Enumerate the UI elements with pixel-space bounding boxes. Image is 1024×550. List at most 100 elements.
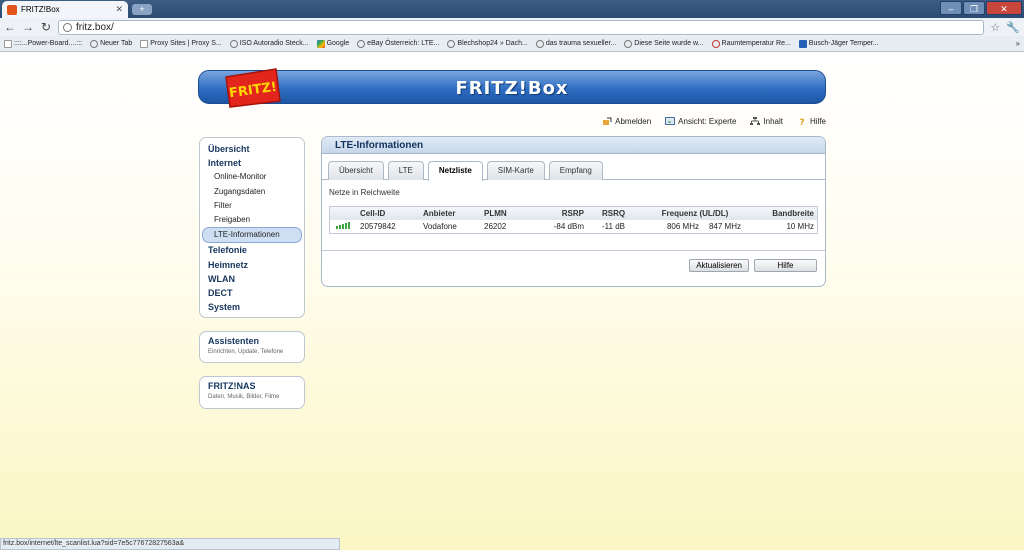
fritzbox-page: FRITZ!Box FRITZ! Abmelden Ansicht: Exper… <box>0 53 1024 550</box>
bookmark-label: Proxy Sites | Proxy S... <box>150 40 222 47</box>
col-rsrq: RSRQ <box>602 209 626 218</box>
fritznas-box[interactable]: FRITZ!NAS Daten, Musik, Bilder, Filme <box>199 376 305 409</box>
bookmark-label: Blechshop24 » Dach... <box>457 40 528 47</box>
network-table: Cell-ID Anbieter PLMN RSRP RSRQ Frequenz… <box>329 206 818 234</box>
col-bandbreite: Bandbreite <box>772 209 814 218</box>
nav-telefonie[interactable]: Telefonie <box>200 243 304 257</box>
tab-sim-karte[interactable]: SIM-Karte <box>486 161 545 180</box>
logout-label: Abmelden <box>615 117 652 126</box>
address-bar-url: fritz.box/ <box>76 21 114 33</box>
bookmark-item[interactable]: ::::...Power-Board....::: <box>4 39 83 48</box>
page-info-icon[interactable] <box>63 22 72 32</box>
refresh-button[interactable]: Aktualisieren <box>689 259 749 272</box>
bookmark-g-icon <box>316 39 325 48</box>
rsrq-value: -11 dB <box>602 222 625 231</box>
back-arrow-icon[interactable]: ← <box>4 20 16 34</box>
tab-uebersicht[interactable]: Übersicht <box>328 161 384 180</box>
close-window-button[interactable]: ✕ <box>986 1 1022 15</box>
view-mode-link[interactable]: Ansicht: Experte <box>665 117 736 126</box>
nav-dect[interactable]: DECT <box>200 286 304 300</box>
nav-internet[interactable]: Internet <box>200 156 304 170</box>
button-row: Aktualisieren Hilfe <box>322 251 825 272</box>
tab-close-icon[interactable]: ✕ <box>115 4 123 15</box>
nav-heimnetz[interactable]: Heimnetz <box>200 258 304 272</box>
signal-bar <box>348 222 350 229</box>
panel-title: LTE-Informationen <box>322 137 825 154</box>
bookmark-label: ISO Autoradio Steck... <box>239 40 309 47</box>
bookmark-item[interactable]: Proxy Sites | Proxy S... <box>140 39 222 48</box>
bookmark-globe-icon <box>90 39 99 48</box>
section-label: Netze in Reichweite <box>329 188 400 197</box>
freq-ul-value: 806 MHz <box>666 222 699 231</box>
signal-bar <box>339 225 341 229</box>
sitemap-icon <box>750 117 761 125</box>
col-cell-id: Cell-ID <box>360 209 386 218</box>
help-link[interactable]: ? Hilfe <box>797 117 826 126</box>
bookmark-ebay-icon <box>357 39 366 48</box>
window-controls: – ❐ ✕ <box>940 1 1022 15</box>
tab-lte[interactable]: LTE <box>387 161 424 180</box>
new-tab-button[interactable]: + <box>132 4 152 15</box>
cell-id-value: 20579842 <box>360 222 396 231</box>
bookmark-sq-icon <box>140 39 149 48</box>
assistants-title: Assistenten <box>208 336 260 346</box>
bookmarks-bar: ::::...Power-Board....::: Neuer Tab Proxy … <box>0 36 1024 52</box>
plmn-value: 26202 <box>484 222 507 231</box>
bookmark-star-icon[interactable]: ☆ <box>990 21 1000 34</box>
brand-title: FRITZ!Box <box>455 78 569 99</box>
wrench-menu-icon[interactable]: 🔧 <box>1006 21 1020 34</box>
nav-uebersicht[interactable]: Übersicht <box>200 142 304 156</box>
bookmark-label: eBay Österreich: LTE... <box>367 40 440 47</box>
tab-empfang[interactable]: Empfang <box>548 161 603 180</box>
bookmark-item[interactable]: Raumtemperatur Re... <box>711 39 791 48</box>
logout-link[interactable]: Abmelden <box>602 117 651 126</box>
header-links: Abmelden Ansicht: Experte Inhalt ? Hilfe <box>586 117 826 126</box>
nav-system[interactable]: System <box>200 300 304 314</box>
fritznas-title: FRITZ!NAS <box>208 381 256 391</box>
bookmark-item[interactable]: Blechshop24 » Dach... <box>447 39 528 48</box>
anbieter-value: Vodafone <box>423 222 457 231</box>
main-navigation: Übersicht Internet Online-Monitor Zugang… <box>199 137 305 318</box>
bookmark-sq-icon <box>4 39 12 48</box>
freq-dl-value: 847 MHz <box>708 222 741 231</box>
nav-zugangsdaten[interactable]: Zugangsdaten <box>200 185 304 199</box>
signal-bar <box>336 226 338 229</box>
assistants-subtitle: Einrichten, Update, Telefone <box>208 349 284 355</box>
nav-online-monitor[interactable]: Online-Monitor <box>200 170 304 184</box>
maximize-button[interactable]: ❐ <box>963 1 985 15</box>
nav-lte-informationen[interactable]: LTE-Informationen <box>202 227 302 244</box>
fritz-logo[interactable]: FRITZ! <box>218 63 284 111</box>
content-link[interactable]: Inhalt <box>750 117 783 126</box>
browser-tab[interactable]: FRITZ!Box ✕ <box>2 1 128 18</box>
col-frequenz: Frequenz (UL/DL) <box>661 209 729 218</box>
bookmark-item[interactable]: Busch-Jäger Temper... <box>798 39 879 48</box>
bookmark-item[interactable]: das trauma sexueller... <box>535 39 616 48</box>
col-rsrp: RSRP <box>561 209 584 218</box>
logout-icon <box>603 117 612 125</box>
bandbreite-value: 10 MHz <box>786 222 814 231</box>
nav-wlan[interactable]: WLAN <box>200 272 304 286</box>
nav-filter[interactable]: Filter <box>200 199 304 213</box>
bookmark-item[interactable]: Google <box>316 39 349 48</box>
bookmarks-overflow-icon[interactable]: » <box>1016 39 1020 48</box>
bookmark-r-icon <box>711 39 720 48</box>
bookmark-item[interactable]: ISO Autoradio Steck... <box>229 39 309 48</box>
bookmark-label: ::::...Power-Board....::: <box>14 40 83 47</box>
col-anbieter: Anbieter <box>423 209 456 218</box>
reload-icon[interactable]: ↻ <box>40 20 52 34</box>
table-row[interactable]: 20579842 Vodafone 26202 -84 dBm -11 dB 8… <box>330 220 817 233</box>
address-bar[interactable]: fritz.box/ <box>58 19 985 35</box>
status-bar: fritz.box/internet/lte_scanlist.lua?sid=… <box>0 538 340 550</box>
bookmark-label: Neuer Tab <box>100 40 133 47</box>
tab-netzliste[interactable]: Netzliste <box>427 161 483 181</box>
bookmark-item[interactable]: Neuer Tab <box>90 39 133 48</box>
view-icon <box>665 117 676 125</box>
help-button[interactable]: Hilfe <box>754 259 817 272</box>
bookmark-item[interactable]: Diese Seite wurde w... <box>624 39 704 48</box>
forward-arrow-icon[interactable]: → <box>22 20 34 34</box>
tab-title: FRITZ!Box <box>21 5 60 14</box>
assistants-box[interactable]: Assistenten Einrichten, Update, Telefone <box>199 331 305 363</box>
nav-freigaben[interactable]: Freigaben <box>200 213 304 227</box>
minimize-button[interactable]: – <box>940 1 962 15</box>
bookmark-item[interactable]: eBay Österreich: LTE... <box>357 39 440 48</box>
